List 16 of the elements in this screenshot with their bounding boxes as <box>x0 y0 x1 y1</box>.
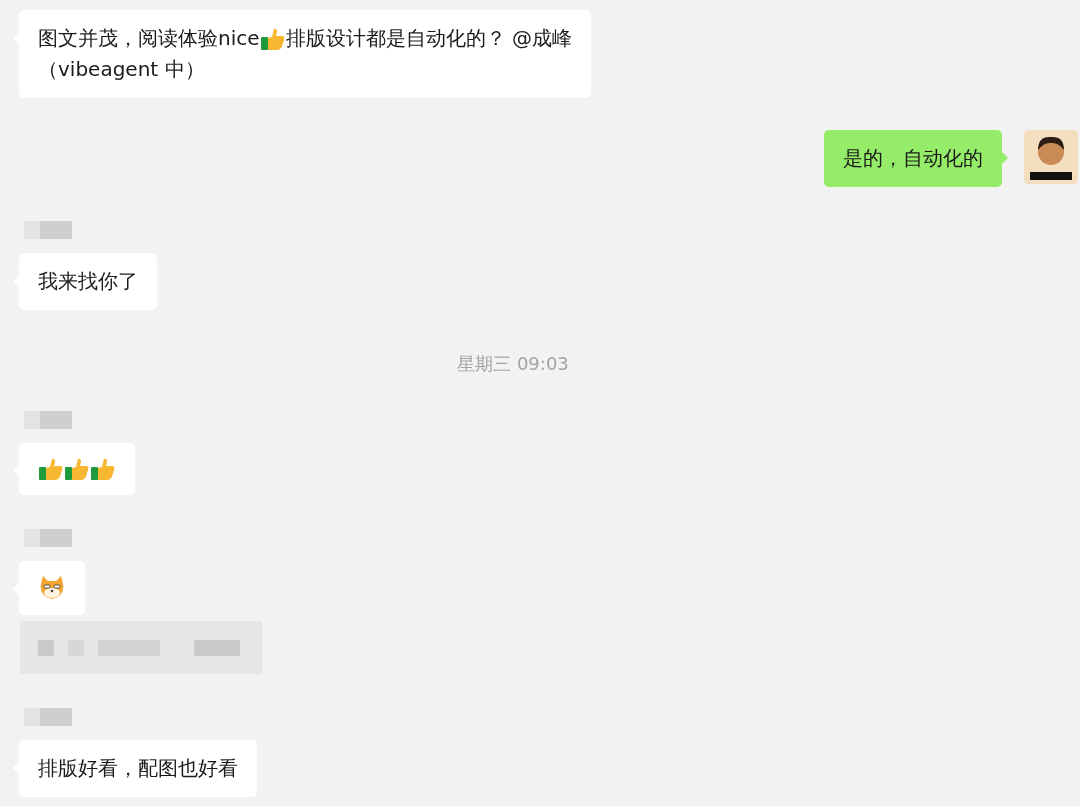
thumbs-up-icon <box>90 456 116 482</box>
timestamp: 星期三 09:03 <box>457 352 570 376</box>
blurred-name <box>24 411 72 429</box>
message-text: 排版好看，配图也好看 <box>38 755 238 782</box>
message-text: 图文并茂，阅读体验nice <box>38 25 260 52</box>
message-text: 是的，自动化的 <box>843 145 983 172</box>
blurred-name <box>24 529 72 547</box>
message-text: 我来找你了 <box>38 268 138 295</box>
avatar-icon <box>1024 130 1078 184</box>
thumbs-up-icon <box>38 456 64 482</box>
thumbs-up-icon <box>64 456 90 482</box>
message-text: （vibeagent 中） <box>38 56 205 83</box>
message-text: 排版设计都是自动化的？ @成峰 <box>285 25 572 52</box>
blurred-name <box>24 708 72 726</box>
dog-face-icon <box>38 574 66 602</box>
blurred-name <box>24 221 72 239</box>
